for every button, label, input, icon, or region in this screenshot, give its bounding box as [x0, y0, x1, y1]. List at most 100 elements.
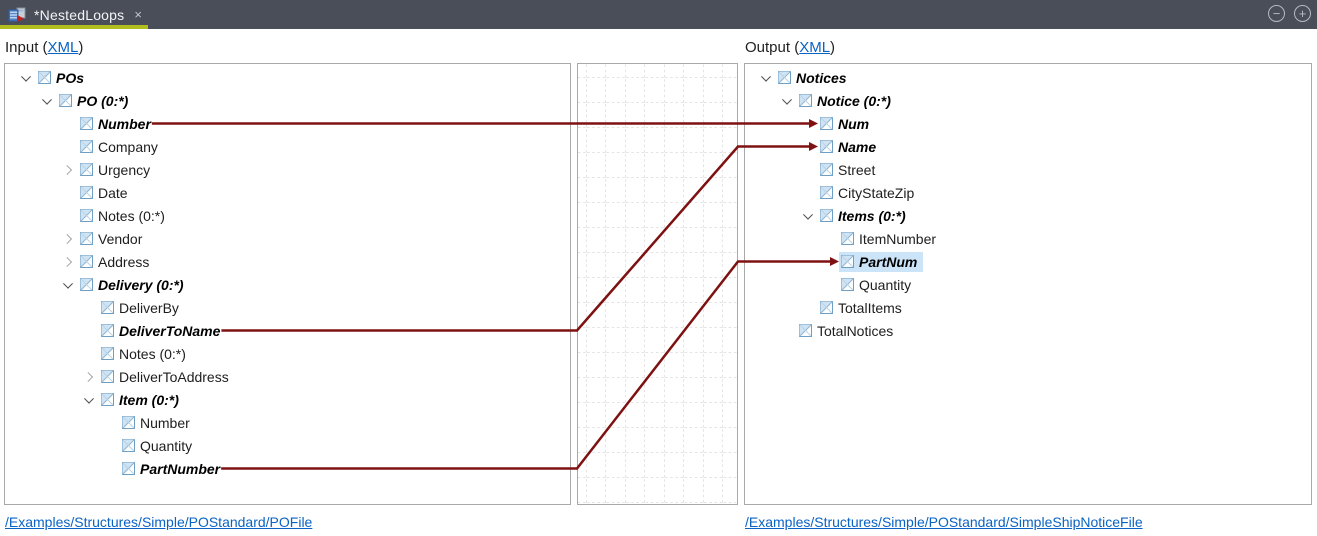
tree-node-delivertoname[interactable]: DeliverToName [5, 319, 570, 342]
tree-node-number[interactable]: Number [5, 112, 570, 135]
node-content[interactable]: Quantity [839, 275, 917, 295]
tree-node-label: Number [98, 115, 151, 132]
node-content[interactable]: Num [818, 114, 875, 134]
node-content[interactable]: Name [818, 137, 882, 157]
tree-node-pos[interactable]: POs [5, 66, 570, 89]
output-xml-link[interactable]: XML [799, 39, 830, 56]
input-tree-panel: POs PO (0:*) Number Company Urgency Date Notes… [4, 63, 571, 505]
chevron-right-icon[interactable] [78, 365, 99, 388]
tree-node-label: Quantity [140, 437, 193, 454]
tree-node-partnum[interactable]: PartNum [745, 250, 1311, 273]
tree-node-label: Delivery (0:*) [98, 276, 184, 293]
node-content[interactable]: Date [78, 183, 134, 203]
tree-node-po-0[interactable]: PO (0:*) [5, 89, 570, 112]
tree-node-notices[interactable]: Notices [745, 66, 1311, 89]
tree-node-deliverby[interactable]: DeliverBy [5, 296, 570, 319]
node-content[interactable]: POs [36, 68, 90, 88]
input-file-link[interactable]: /Examples/Structures/Simple/POStandard/P… [5, 514, 312, 530]
tree-node-items-0[interactable]: Items (0:*) [745, 204, 1311, 227]
node-content[interactable]: Notice (0:*) [797, 91, 897, 111]
tree-node-urgency[interactable]: Urgency [5, 158, 570, 181]
node-content[interactable]: Notes (0:*) [78, 206, 171, 226]
tree-node-label: PartNumber [140, 460, 221, 477]
chevron-down-icon[interactable] [15, 66, 36, 89]
tree-node-label: PO (0:*) [77, 92, 129, 109]
tree-node-notice-0[interactable]: Notice (0:*) [745, 89, 1311, 112]
xml-element-icon [80, 255, 93, 268]
chevron-down-icon[interactable] [755, 66, 776, 89]
tree-node-delivery-0[interactable]: Delivery (0:*) [5, 273, 570, 296]
node-content[interactable]: Vendor [78, 229, 148, 249]
tree-node-number[interactable]: Number [5, 411, 570, 434]
selected-node-highlight[interactable]: PartNum [839, 251, 924, 272]
tree-node-date[interactable]: Date [5, 181, 570, 204]
tree-node-name[interactable]: Name [745, 135, 1311, 158]
node-content[interactable]: CityStateZip [818, 183, 920, 203]
tree-node-label: POs [56, 69, 85, 86]
node-content[interactable]: Item (0:*) [99, 390, 185, 410]
node-content[interactable]: DeliverToAddress [99, 367, 235, 387]
node-content[interactable]: TotalItems [818, 298, 908, 318]
chevron-right-icon[interactable] [57, 227, 78, 250]
tree-node-label: DeliverToAddress [119, 368, 229, 385]
tree-node-notes-0[interactable]: Notes (0:*) [5, 342, 570, 365]
tree-node-item-0[interactable]: Item (0:*) [5, 388, 570, 411]
tree-node-label: CityStateZip [838, 184, 915, 201]
tree-node-street[interactable]: Street [745, 158, 1311, 181]
collapse-all-button[interactable]: − [1268, 5, 1285, 22]
node-content[interactable]: Notes (0:*) [99, 344, 192, 364]
node-content[interactable]: PO (0:*) [57, 91, 134, 111]
node-content[interactable]: PartNumber [120, 459, 226, 479]
xml-element-icon [101, 301, 114, 314]
expand-all-button[interactable]: + [1294, 5, 1311, 22]
node-content[interactable]: Notices [776, 68, 853, 88]
tree-node-itemnumber[interactable]: ItemNumber [745, 227, 1311, 250]
node-content[interactable]: DeliverBy [99, 298, 185, 318]
node-content[interactable]: Items (0:*) [818, 206, 912, 226]
tree-node-partnumber[interactable]: PartNumber [5, 457, 570, 480]
node-content[interactable]: ItemNumber [839, 229, 942, 249]
tree-node-vendor[interactable]: Vendor [5, 227, 570, 250]
chevron-right-icon[interactable] [57, 158, 78, 181]
node-content[interactable]: Address [78, 252, 155, 272]
tree-node-quantity[interactable]: Quantity [745, 273, 1311, 296]
xml-element-icon [841, 278, 854, 291]
xml-element-icon [841, 232, 854, 245]
tab-close-icon[interactable]: × [134, 7, 142, 22]
tree-node-notes-0[interactable]: Notes (0:*) [5, 204, 570, 227]
node-content[interactable]: Delivery (0:*) [78, 275, 190, 295]
chevron-down-icon[interactable] [78, 388, 99, 411]
tree-node-citystatezip[interactable]: CityStateZip [745, 181, 1311, 204]
chevron-down-icon[interactable] [797, 204, 818, 227]
node-content[interactable]: Quantity [120, 436, 198, 456]
tree-node-totalnotices[interactable]: TotalNotices [745, 319, 1311, 342]
node-content[interactable]: Urgency [78, 160, 156, 180]
chevron-down-icon[interactable] [36, 89, 57, 112]
chevron-down-icon[interactable] [776, 89, 797, 112]
tree-node-address[interactable]: Address [5, 250, 570, 273]
tree-node-label: DeliverBy [119, 299, 179, 316]
tree-node-delivertoaddress[interactable]: DeliverToAddress [5, 365, 570, 388]
xml-element-icon [80, 232, 93, 245]
tree-node-totalitems[interactable]: TotalItems [745, 296, 1311, 319]
xml-element-icon [820, 140, 833, 153]
tree-node-quantity[interactable]: Quantity [5, 434, 570, 457]
tree-node-label: PartNum [859, 253, 918, 270]
input-xml-link[interactable]: XML [48, 39, 79, 56]
chevron-down-icon[interactable] [57, 273, 78, 296]
node-content[interactable]: TotalNotices [797, 321, 899, 341]
output-file-link[interactable]: /Examples/Structures/Simple/POStandard/S… [745, 514, 1143, 530]
node-content[interactable]: Number [120, 413, 196, 433]
chevron-right-icon[interactable] [57, 250, 78, 273]
tree-node-num[interactable]: Num [745, 112, 1311, 135]
tree-node-company[interactable]: Company [5, 135, 570, 158]
node-content[interactable]: DeliverToName [99, 321, 226, 341]
node-content[interactable]: Number [78, 114, 157, 134]
node-content[interactable]: Company [78, 137, 164, 157]
node-content[interactable]: Street [818, 160, 881, 180]
xml-element-icon [80, 140, 93, 153]
